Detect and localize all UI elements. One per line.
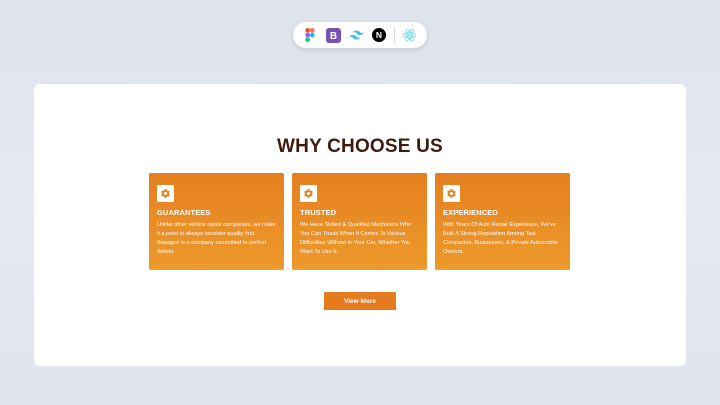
- feature-card-experienced: EXPERIENCED With Years Of Auto Repair Ex…: [435, 173, 570, 270]
- react-icon: [402, 27, 418, 43]
- divider: [393, 27, 395, 43]
- feature-card-guarantees: GUARANTEES Unlike other vehicle repair c…: [149, 173, 284, 270]
- gear-icon: [157, 185, 174, 202]
- nextjs-icon: N: [371, 27, 387, 43]
- feature-description: With Years Of Auto Repair Experience, We…: [443, 222, 559, 255]
- feature-title: GUARANTEES: [157, 208, 211, 217]
- feature-description: Unlike other vehicle repair companies, w…: [157, 222, 276, 255]
- feature-title: EXPERIENCED: [443, 208, 498, 217]
- view-more-button[interactable]: View More: [324, 292, 396, 310]
- gear-icon: [443, 185, 460, 202]
- feature-description: We Have Skilled & Qualified Mechanics Wh…: [300, 222, 412, 255]
- tech-stack-bar: B N: [293, 22, 427, 48]
- section-title: WHY CHOOSE US: [277, 136, 443, 157]
- feature-card-trusted: TRUSTED We Have Skilled & Qualified Mech…: [292, 173, 427, 270]
- nextjs-letter: N: [376, 30, 382, 40]
- gear-icon: [300, 185, 317, 202]
- bootstrap-letter: B: [330, 31, 337, 42]
- feature-title: TRUSTED: [300, 208, 337, 217]
- why-choose-us-section: WHY CHOOSE US GUARANTEES Unlike other ve…: [34, 84, 686, 366]
- features-list: GUARANTEES Unlike other vehicle repair c…: [149, 173, 570, 270]
- bootstrap-icon: B: [325, 27, 341, 43]
- tailwind-icon: [348, 27, 364, 43]
- figma-icon: [302, 27, 318, 43]
